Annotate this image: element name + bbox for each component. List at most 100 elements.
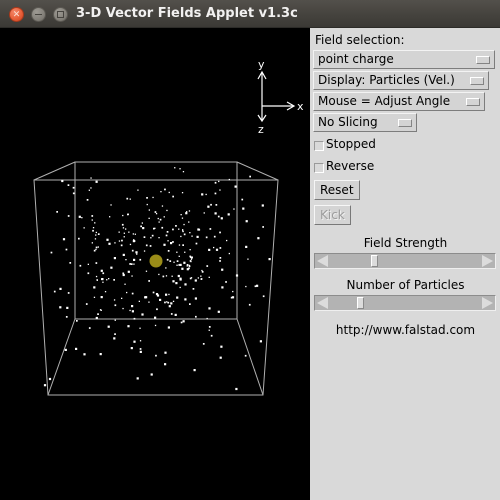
particle <box>176 260 179 262</box>
particle <box>189 303 191 305</box>
particle <box>176 264 178 266</box>
particle <box>214 192 217 195</box>
particle <box>92 227 95 229</box>
particle <box>249 175 251 178</box>
particle <box>75 347 78 350</box>
particle <box>177 274 180 278</box>
field-strength-slider[interactable] <box>314 253 496 269</box>
reverse-checkbox[interactable]: Reverse <box>314 156 498 176</box>
particle <box>141 222 143 224</box>
arrow-left-icon[interactable] <box>317 255 328 267</box>
particle <box>209 326 211 328</box>
particle <box>95 262 98 264</box>
particle <box>176 251 178 253</box>
particle <box>191 256 193 259</box>
particle <box>262 226 264 228</box>
particle <box>182 244 184 246</box>
particle <box>155 293 159 296</box>
particle <box>219 260 221 262</box>
particle <box>104 291 107 293</box>
slicing-dropdown[interactable]: No Slicing <box>313 113 417 132</box>
particle <box>245 220 248 223</box>
particle <box>123 232 125 234</box>
particle <box>129 263 131 265</box>
particle <box>217 310 220 313</box>
particle <box>163 216 165 218</box>
vector-field-canvas[interactable]: y x z <box>0 28 310 500</box>
particle <box>156 308 158 311</box>
particle <box>134 233 136 235</box>
particle <box>183 233 186 236</box>
particle <box>193 369 196 372</box>
particle <box>189 255 192 258</box>
field-selection-dropdown[interactable]: point charge <box>313 50 495 69</box>
particle <box>233 208 235 210</box>
particle <box>139 258 142 261</box>
particle <box>143 236 146 238</box>
particle <box>151 234 154 237</box>
particle <box>93 286 96 289</box>
particle <box>120 244 123 247</box>
particle <box>124 283 126 285</box>
particle <box>121 223 124 226</box>
particle <box>181 217 184 219</box>
particle <box>259 340 262 343</box>
particle <box>114 242 116 244</box>
slider-thumb[interactable] <box>356 297 364 309</box>
particle <box>65 248 68 251</box>
particle <box>93 296 96 298</box>
display-mode-dropdown[interactable]: Display: Particles (Vel.) <box>313 71 489 90</box>
maximize-icon[interactable] <box>53 7 68 22</box>
arrow-left-icon[interactable] <box>317 297 328 309</box>
particle <box>167 301 170 304</box>
close-icon[interactable]: ✕ <box>9 7 24 22</box>
particle <box>131 249 134 252</box>
particle <box>130 347 133 350</box>
particle <box>136 253 138 255</box>
particle <box>207 205 210 208</box>
particle <box>157 217 159 220</box>
particle <box>81 217 83 219</box>
particle <box>79 264 82 267</box>
particle <box>154 324 157 327</box>
control-panel: Field selection: point charge Display: P… <box>310 28 500 500</box>
particle <box>143 250 146 252</box>
particle <box>106 279 108 281</box>
particle <box>129 198 131 200</box>
arrow-right-icon[interactable] <box>482 255 493 267</box>
particle <box>208 276 210 278</box>
particle <box>208 248 211 251</box>
particle <box>165 234 168 237</box>
particle <box>53 290 56 293</box>
number-of-particles-slider[interactable] <box>314 295 496 311</box>
particle <box>179 286 181 289</box>
website-url[interactable]: http://www.falstad.com <box>313 323 498 338</box>
reset-button[interactable]: Reset <box>314 180 360 200</box>
particle <box>114 333 116 335</box>
particle <box>189 277 192 280</box>
particle <box>268 258 271 261</box>
minimize-icon[interactable] <box>31 7 46 22</box>
particle <box>78 237 80 240</box>
particle <box>210 203 212 206</box>
stopped-checkbox[interactable]: Stopped <box>314 134 498 154</box>
particle <box>195 315 197 318</box>
particle <box>133 340 136 343</box>
kick-button: Kick <box>314 205 351 225</box>
particle <box>64 348 67 351</box>
particle <box>48 377 52 381</box>
particle <box>113 279 115 281</box>
slider-thumb[interactable] <box>371 255 379 267</box>
checkbox-icon <box>314 162 324 173</box>
particle <box>205 236 208 239</box>
mouse-mode-dropdown[interactable]: Mouse = Adjust Angle <box>313 92 485 111</box>
particle <box>168 191 170 194</box>
particle <box>94 222 96 224</box>
axis-x-label: x <box>297 100 304 113</box>
particle <box>232 290 234 293</box>
particle <box>158 273 160 276</box>
arrow-right-icon[interactable] <box>482 297 493 309</box>
display-mode-value: Display: Particles (Vel.) <box>318 73 455 87</box>
particle <box>183 223 185 226</box>
vector-field-render: y x z <box>0 28 310 500</box>
